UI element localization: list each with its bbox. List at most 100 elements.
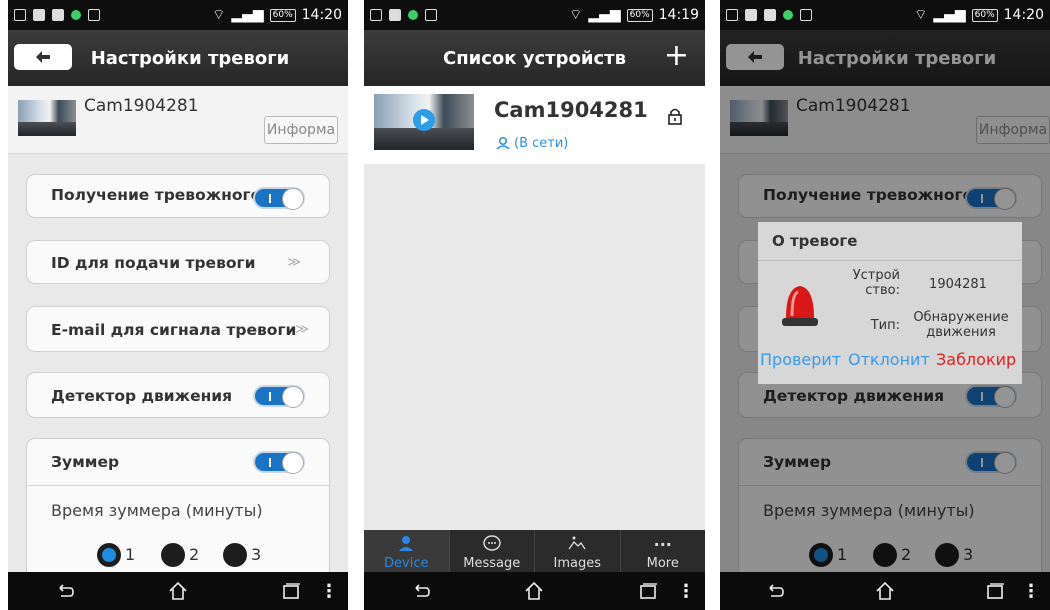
chevron-right-icon: ≫ bbox=[295, 322, 309, 337]
battery-icon: 60% bbox=[269, 8, 296, 22]
image-icon bbox=[568, 536, 586, 550]
info-button[interactable]: Информа bbox=[264, 116, 338, 144]
person-icon bbox=[399, 536, 414, 551]
title-bar: Настройки тревоги bbox=[8, 30, 348, 86]
home-icon[interactable] bbox=[167, 580, 189, 602]
radio-label: 3 bbox=[251, 545, 262, 564]
notification-icon bbox=[14, 9, 26, 21]
notification-icon bbox=[726, 9, 738, 21]
receive-alarm-toggle[interactable] bbox=[253, 187, 305, 210]
home-icon[interactable] bbox=[874, 580, 896, 602]
setting-label: ID для подачи тревоги bbox=[51, 254, 256, 272]
setting-label: Зуммер bbox=[51, 453, 120, 471]
menu-icon[interactable]: ⋮ bbox=[320, 581, 338, 602]
device-list-item[interactable]: Cam1904281 (В сети) bbox=[364, 86, 705, 164]
facebook-icon bbox=[52, 9, 64, 21]
lock-icon[interactable] bbox=[667, 106, 683, 126]
wifi-icon: ⌔ bbox=[569, 7, 583, 23]
title-bar: Список устройств + bbox=[364, 30, 705, 86]
back-icon[interactable] bbox=[54, 580, 76, 602]
buzzer-time-label: Время зуммера (минуты) bbox=[51, 501, 263, 520]
play-icon[interactable] bbox=[412, 108, 436, 132]
setting-label: E-mail для сигнала тревоги bbox=[51, 321, 297, 339]
clock: 14:19 bbox=[658, 7, 699, 23]
system-nav-bar: ⋮ bbox=[364, 572, 705, 610]
dialog-title: О тревоге bbox=[772, 232, 858, 250]
tab-label: More bbox=[646, 556, 679, 571]
android-icon bbox=[71, 10, 81, 20]
alarm-siren-icon bbox=[782, 286, 818, 326]
decline-button[interactable]: Отклонит bbox=[848, 350, 930, 369]
buzzer-toggle[interactable] bbox=[253, 451, 305, 474]
tab-message[interactable]: Message bbox=[450, 530, 535, 572]
system-nav-bar: ⋮ bbox=[8, 572, 348, 610]
home-icon[interactable] bbox=[523, 580, 545, 602]
message-icon bbox=[483, 535, 501, 551]
tab-label: Message bbox=[463, 556, 521, 571]
tab-device[interactable]: Device bbox=[364, 530, 450, 572]
battery-icon: 60% bbox=[971, 8, 998, 22]
page-title: Настройки тревоги bbox=[90, 47, 290, 69]
camera-thumbnail[interactable] bbox=[18, 100, 76, 136]
tab-label: Device bbox=[384, 556, 429, 571]
status-bar: ⌔ ▂▄▆ 60% 14:20 bbox=[720, 0, 1050, 30]
image-icon bbox=[745, 9, 757, 21]
bag-icon bbox=[425, 9, 437, 21]
screen-alarm-dialog: ⌔ ▂▄▆ 60% 14:20 Настройки тревоги Cam190428… bbox=[720, 0, 1050, 610]
tab-label: Images bbox=[553, 556, 602, 571]
device-status: (В сети) bbox=[514, 136, 569, 151]
recent-apps-icon[interactable] bbox=[984, 580, 1006, 602]
user-icon bbox=[496, 136, 510, 150]
signal-icon: ▂▄▆ bbox=[231, 7, 264, 23]
chevron-right-icon: ≫ bbox=[287, 255, 301, 270]
status-bar: ⌔ ▂▄▆ 60% 14:19 bbox=[364, 0, 705, 30]
android-icon bbox=[783, 10, 793, 20]
device-name: Cam1904281 bbox=[494, 98, 648, 122]
add-device-button[interactable]: + bbox=[664, 38, 689, 73]
tab-more[interactable]: ... More bbox=[621, 530, 706, 572]
bag-icon bbox=[88, 9, 100, 21]
back-button[interactable] bbox=[14, 44, 72, 70]
buzzer-radio-3[interactable] bbox=[223, 543, 247, 567]
recent-apps-icon[interactable] bbox=[637, 580, 659, 602]
tab-bar: Device Message Images ... More bbox=[364, 530, 705, 572]
setting-label: Получение тревожного bbox=[51, 186, 262, 204]
block-button[interactable]: Заблокир bbox=[936, 350, 1022, 369]
recent-apps-icon[interactable] bbox=[280, 580, 302, 602]
system-nav-bar: ⋮ bbox=[720, 572, 1050, 610]
screen-alarm-settings: ⌔ ▂▄▆ 60% 14:20 Настройки тревоги Cam190428… bbox=[8, 0, 348, 610]
clock: 14:20 bbox=[1003, 7, 1044, 23]
camera-name: Cam1904281 bbox=[84, 96, 199, 116]
device-value: 1904281 bbox=[929, 277, 987, 292]
setting-motion-detector[interactable]: Детектор движения bbox=[26, 372, 330, 418]
clock: 14:20 bbox=[301, 7, 342, 23]
status-bar: ⌔ ▂▄▆ 60% 14:20 bbox=[8, 0, 348, 30]
facebook-icon bbox=[764, 9, 776, 21]
tab-images[interactable]: Images bbox=[535, 530, 621, 572]
setting-label: Детектор движения bbox=[51, 387, 233, 405]
wifi-icon: ⌔ bbox=[212, 7, 226, 23]
camera-row: Cam1904281 Информа bbox=[8, 86, 348, 154]
more-icon: ... bbox=[653, 531, 672, 550]
back-icon[interactable] bbox=[764, 580, 786, 602]
signal-icon: ▂▄▆ bbox=[933, 7, 966, 23]
image-icon bbox=[33, 9, 45, 21]
setting-alarm-email[interactable]: E-mail для сигнала тревоги ≫ bbox=[26, 306, 330, 352]
setting-receive-alarm[interactable]: Получение тревожного bbox=[26, 174, 330, 218]
page-title: Список устройств bbox=[443, 47, 626, 69]
motion-detector-toggle[interactable] bbox=[253, 385, 305, 408]
setting-alarm-id[interactable]: ID для подачи тревоги ≫ bbox=[26, 240, 330, 284]
signal-icon: ▂▄▆ bbox=[588, 7, 621, 23]
facebook-icon bbox=[389, 9, 401, 21]
menu-icon[interactable]: ⋮ bbox=[677, 581, 695, 602]
alarm-dialog: О тревоге Устрой ство: 1904281 Тип: Обна… bbox=[758, 222, 1022, 384]
screen-device-list: ⌔ ▂▄▆ 60% 14:19 Список устройств + Cam19042… bbox=[364, 0, 705, 610]
buzzer-radio-1[interactable] bbox=[97, 543, 121, 567]
back-arrow-icon bbox=[36, 51, 50, 63]
buzzer-radio-2[interactable] bbox=[161, 543, 185, 567]
back-icon[interactable] bbox=[410, 580, 432, 602]
check-button[interactable]: Проверит bbox=[760, 350, 841, 369]
wifi-icon: ⌔ bbox=[914, 7, 928, 23]
bag-icon bbox=[800, 9, 812, 21]
menu-icon[interactable]: ⋮ bbox=[1022, 581, 1040, 602]
